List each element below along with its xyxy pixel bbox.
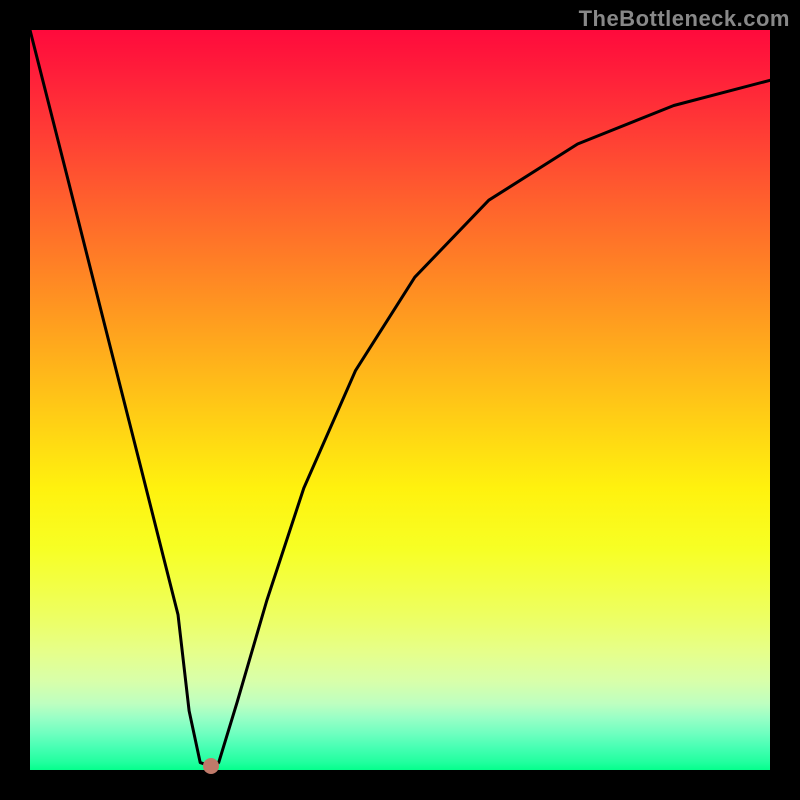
chart-frame: TheBottleneck.com bbox=[0, 0, 800, 800]
optimum-marker bbox=[203, 758, 219, 774]
bottleneck-curve bbox=[30, 30, 770, 770]
attribution-text: TheBottleneck.com bbox=[579, 6, 790, 32]
plot-area bbox=[30, 30, 770, 770]
